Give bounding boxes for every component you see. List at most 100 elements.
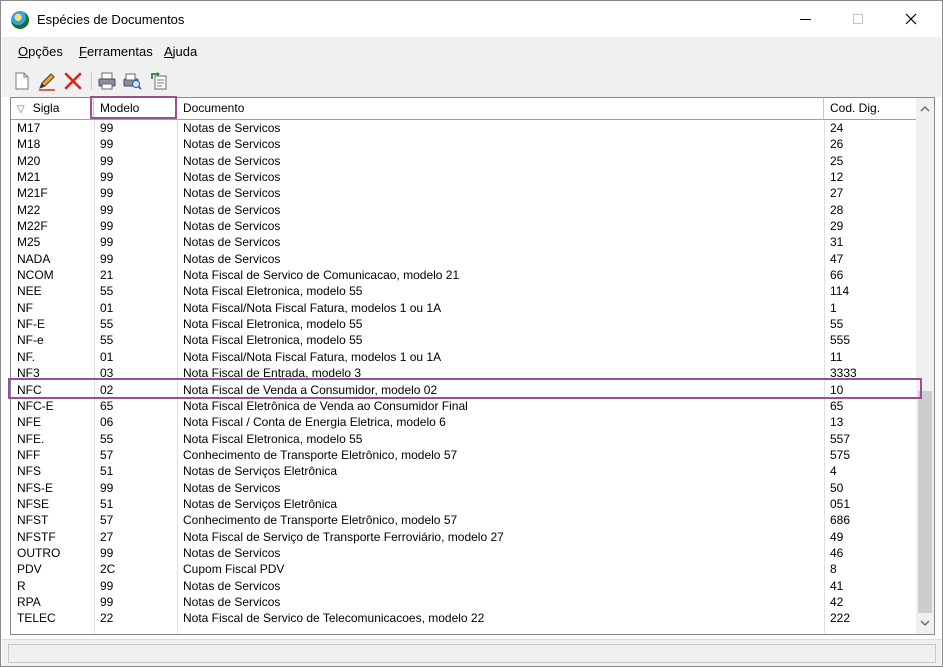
- delete-button[interactable]: [63, 71, 83, 91]
- table-row[interactable]: NF-e 55 Nota Fiscal Eletronica, modelo 55 5…: [11, 332, 917, 348]
- cell-sigla: M21F: [17, 186, 48, 201]
- cell-cod-dig: 1: [830, 300, 837, 315]
- cell-sigla: M21: [17, 170, 41, 185]
- scrollbar-thumb[interactable]: [918, 391, 932, 613]
- status-panel: [8, 644, 936, 663]
- table-row[interactable]: OUTRO 99 Notas de Servicos 46: [11, 545, 917, 561]
- cell-cod-dig: 65: [830, 398, 844, 413]
- table-row[interactable]: M22F 99 Notas de Servicos 29: [11, 218, 917, 234]
- maximize-button[interactable]: [835, 1, 881, 37]
- table-row[interactable]: NFSE 51 Notas de Serviços Eletrônica 051: [11, 496, 917, 512]
- cell-sigla: NFE.: [17, 431, 45, 446]
- cell-documento: Notas de Servicos: [183, 137, 281, 152]
- print-preview-button[interactable]: [122, 71, 142, 91]
- cell-sigla: M22F: [17, 219, 48, 234]
- title-bar[interactable]: Espécies de Documentos: [1, 1, 942, 37]
- documents-grid[interactable]: ▽ Sigla Modelo Documento Cod. Dig. M17 99 N…: [10, 97, 935, 635]
- menu-opcoes[interactable]: Opções: [18, 44, 63, 59]
- minimize-button[interactable]: [782, 1, 828, 37]
- cell-sigla: NFC-E: [17, 398, 54, 413]
- table-row[interactable]: NF 01 Nota Fiscal/Nota Fiscal Fatura, mode…: [11, 300, 917, 316]
- cell-documento: Notas de Servicos: [183, 153, 281, 168]
- menu-opcoes-label: pções: [28, 44, 63, 59]
- table-row[interactable]: M20 99 Notas de Servicos 25: [11, 153, 917, 169]
- menu-ferramentas[interactable]: Ferramentas: [79, 44, 153, 59]
- cell-modelo: 55: [100, 431, 114, 446]
- close-button[interactable]: [888, 1, 934, 37]
- cell-modelo: 01: [100, 300, 114, 315]
- cell-modelo: 01: [100, 349, 114, 364]
- cell-cod-dig: 41: [830, 578, 844, 593]
- cell-cod-dig: 27: [830, 186, 844, 201]
- table-row[interactable]: NF-E 55 Nota Fiscal Eletronica, modelo 55 5…: [11, 316, 917, 332]
- cell-cod-dig: 42: [830, 594, 844, 609]
- cell-sigla: NFE: [17, 415, 41, 430]
- cell-documento: Notas de Servicos: [183, 545, 281, 560]
- table-row[interactable]: NFE 06 Nota Fiscal / Conta de Energia Elet…: [11, 414, 917, 430]
- table-row[interactable]: M25 99 Notas de Servicos 31: [11, 234, 917, 250]
- cell-cod-dig: 575: [830, 447, 851, 462]
- table-row[interactable]: PDV 2C Cupom Fiscal PDV 8: [11, 561, 917, 577]
- cell-sigla: M18: [17, 137, 41, 152]
- table-row[interactable]: NF. 01 Nota Fiscal/Nota Fiscal Fatura, mod…: [11, 349, 917, 365]
- cell-documento: Notas de Servicos: [183, 235, 281, 250]
- table-row[interactable]: M22 99 Notas de Servicos 28: [11, 202, 917, 218]
- edit-button[interactable]: [37, 71, 57, 91]
- menu-bar: Opções Ferramentas Ajuda: [2, 37, 941, 65]
- cell-sigla: NF.: [17, 349, 35, 364]
- minimize-icon: [799, 18, 811, 20]
- cell-cod-dig: 051: [830, 496, 851, 511]
- table-row[interactable]: NFSTF 27 Nota Fiscal de Serviço de Transpo…: [11, 529, 917, 545]
- cell-documento: Nota Fiscal Eletrônica de Venda ao Consu…: [183, 398, 468, 413]
- column-header-documento[interactable]: Documento: [177, 98, 824, 119]
- table-row[interactable]: NEE 55 Nota Fiscal Eletronica, modelo 55 11…: [11, 283, 917, 299]
- cell-cod-dig: 29: [830, 219, 844, 234]
- cell-modelo: 51: [100, 464, 114, 479]
- cell-cod-dig: 686: [830, 513, 851, 528]
- menu-opcoes-accel: O: [18, 44, 29, 59]
- print-icon: [98, 72, 116, 90]
- table-row[interactable]: NFST 57 Conhecimento de Transporte Eletrôn…: [11, 512, 917, 528]
- vertical-scrollbar[interactable]: [916, 98, 934, 634]
- cell-documento: Conhecimento de Transporte Eletrônico, m…: [183, 513, 458, 528]
- cell-modelo: 99: [100, 235, 114, 250]
- cell-cod-dig: 13: [830, 415, 844, 430]
- cell-documento: Nota Fiscal / Conta de Energia Eletrica,…: [183, 415, 446, 430]
- table-row[interactable]: RPA 99 Notas de Servicos 42: [11, 594, 917, 610]
- modelo-column-highlight: [90, 96, 177, 119]
- cell-cod-dig: 8: [830, 562, 837, 577]
- table-row[interactable]: M21 99 Notas de Servicos 12: [11, 169, 917, 185]
- table-row[interactable]: NFS-E 99 Notas de Servicos 50: [11, 480, 917, 496]
- column-header-sigla[interactable]: ▽ Sigla: [11, 98, 94, 119]
- table-row[interactable]: M18 99 Notas de Servicos 26: [11, 136, 917, 152]
- cell-modelo: 55: [100, 333, 114, 348]
- scroll-up-icon[interactable]: [916, 100, 934, 118]
- table-row[interactable]: NFF 57 Conhecimento de Transporte Eletrôni…: [11, 447, 917, 463]
- table-row[interactable]: M17 99 Notas de Servicos 24: [11, 120, 917, 136]
- cell-documento: Notas de Servicos: [183, 251, 281, 266]
- cell-documento: Notas de Servicos: [183, 170, 281, 185]
- table-row[interactable]: TELEC 22 Nota Fiscal de Servico de Telecom…: [11, 610, 917, 626]
- cell-documento: Notas de Servicos: [183, 202, 281, 217]
- table-row[interactable]: R 99 Notas de Servicos 41: [11, 578, 917, 594]
- cell-cod-dig: 47: [830, 251, 844, 266]
- table-row[interactable]: M21F 99 Notas de Servicos 27: [11, 185, 917, 201]
- cell-modelo: 99: [100, 578, 114, 593]
- column-header-cod-dig[interactable]: Cod. Dig.: [824, 98, 917, 119]
- table-row[interactable]: NFC-E 65 Nota Fiscal Eletrônica de Venda a…: [11, 398, 917, 414]
- cell-cod-dig: 66: [830, 268, 844, 283]
- table-row[interactable]: NFS 51 Notas de Serviços Eletrônica 4: [11, 463, 917, 479]
- table-row[interactable]: NADA 99 Notas de Servicos 47: [11, 251, 917, 267]
- cell-modelo: 65: [100, 398, 114, 413]
- new-button[interactable]: [12, 71, 32, 91]
- status-bar: [2, 639, 941, 666]
- table-row[interactable]: NFE. 55 Nota Fiscal Eletronica, modelo 55 5…: [11, 431, 917, 447]
- menu-ajuda[interactable]: Ajuda: [164, 44, 197, 59]
- scroll-down-icon[interactable]: [916, 614, 934, 632]
- cell-sigla: NF: [17, 300, 33, 315]
- cell-modelo: 55: [100, 284, 114, 299]
- cell-modelo: 27: [100, 529, 114, 544]
- table-row[interactable]: NCOM 21 Nota Fiscal de Servico de Comunica…: [11, 267, 917, 283]
- export-button[interactable]: [149, 71, 169, 91]
- print-button[interactable]: [97, 71, 117, 91]
